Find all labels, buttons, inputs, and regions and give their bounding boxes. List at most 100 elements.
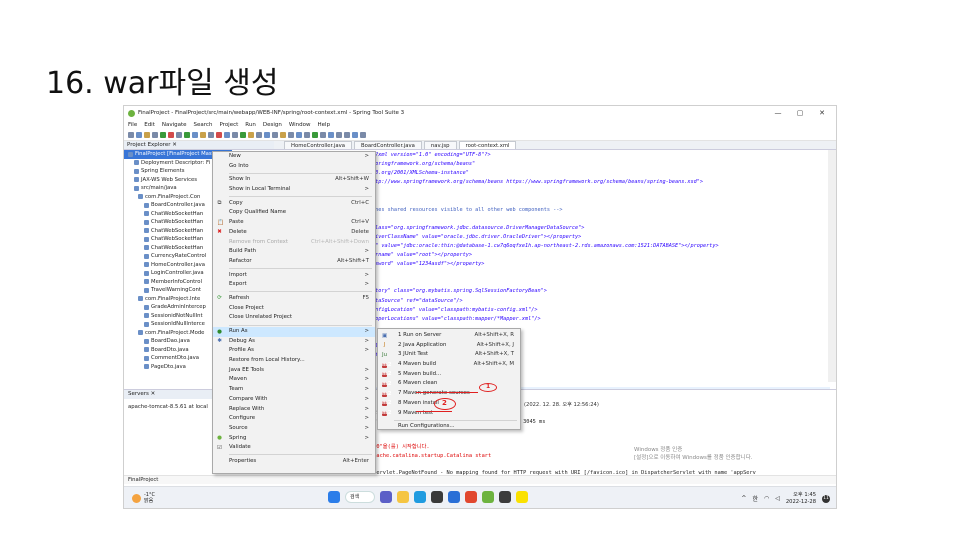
menu-item-maven[interactable]: Maven > <box>213 375 375 385</box>
wifi-icon[interactable]: ◠ <box>764 495 769 502</box>
toolbar-icon[interactable] <box>336 132 342 138</box>
teams-icon[interactable] <box>380 491 392 503</box>
edge-icon[interactable] <box>414 491 426 503</box>
toolbar-icon[interactable] <box>232 132 238 138</box>
toolbar-icon[interactable] <box>192 132 198 138</box>
menu-item-go-into[interactable]: Go Into <box>213 162 375 172</box>
menu-run[interactable]: Run <box>245 122 256 128</box>
toolbar-icon[interactable] <box>304 132 310 138</box>
sts-taskbar-icon[interactable] <box>482 491 494 503</box>
weather-widget[interactable]: -1°C 맑음 <box>132 492 155 504</box>
menu-item-profile-as[interactable]: Profile As > <box>213 346 375 356</box>
menu-item-7-maven-generate-sources[interactable]: m2 7 Maven generate-sources <box>378 389 520 399</box>
mail-icon[interactable] <box>448 491 460 503</box>
taskbar-search[interactable]: 검색 <box>345 491 375 503</box>
chrome-icon[interactable] <box>465 491 477 503</box>
server-row-tomcat[interactable]: apache-tomcat-8.5.61 at local <box>128 404 208 410</box>
menu-search[interactable]: Search <box>194 122 213 128</box>
menu-item-2-java-application[interactable]: J 2 Java Application Alt+Shift+X, J <box>378 341 520 351</box>
toolbar-icon[interactable] <box>200 132 206 138</box>
toolbar-icon[interactable] <box>240 132 246 138</box>
menu-item-4-maven-build[interactable]: m2 4 Maven build Alt+Shift+X, M <box>378 360 520 370</box>
menu-item-3-junit-test[interactable]: Ju 3 JUnit Test Alt+Shift+X, T <box>378 350 520 360</box>
windows-start-icon[interactable] <box>328 491 340 503</box>
menu-item-configure[interactable]: Configure > <box>213 414 375 424</box>
menu-item-copy[interactable]: ⧉ Copy Ctrl+C <box>213 199 375 209</box>
menu-file[interactable]: File <box>128 122 137 128</box>
toolbar-icon[interactable] <box>312 132 318 138</box>
toolbar-icon[interactable] <box>280 132 286 138</box>
menu-item-properties[interactable]: Properties Alt+Enter <box>213 457 375 467</box>
menu-design[interactable]: Design <box>263 122 282 128</box>
menu-item-restore-from-local-history[interactable]: Restore from Local History... <box>213 356 375 366</box>
maximize-button[interactable]: ▢ <box>796 109 804 117</box>
menu-item-9-maven-test[interactable]: m2 9 Maven test <box>378 409 520 419</box>
close-button[interactable]: ✕ <box>818 109 826 117</box>
toolbar-icon[interactable] <box>320 132 326 138</box>
toolbar-icon[interactable] <box>208 132 214 138</box>
toolbar-icon[interactable] <box>152 132 158 138</box>
menu-help[interactable]: Help <box>318 122 331 128</box>
menu-item-import[interactable]: Import > <box>213 271 375 281</box>
tab-root-context[interactable]: root-context.xml <box>458 141 517 149</box>
menu-item-refactor[interactable]: Refactor Alt+Shift+T <box>213 257 375 267</box>
toolbar-icon[interactable] <box>128 132 134 138</box>
menu-item-copy-qualified-name[interactable]: Copy Qualified Name <box>213 208 375 218</box>
toolbar-icon[interactable] <box>296 132 302 138</box>
toolbar-icon[interactable] <box>360 132 366 138</box>
toolbar-icon[interactable] <box>184 132 190 138</box>
tab-board-controller[interactable]: BoardController.java <box>354 141 422 149</box>
menu-item-refresh[interactable]: ⟳ Refresh F5 <box>213 294 375 304</box>
toolbar-icon[interactable] <box>144 132 150 138</box>
tab-home-controller[interactable]: HomeController.java <box>284 141 352 149</box>
toolbar-icon[interactable] <box>176 132 182 138</box>
chevron-up-icon[interactable]: ^ <box>741 495 746 502</box>
menu-item-close-unrelated-project[interactable]: Close Unrelated Project <box>213 313 375 323</box>
toolbar-icon[interactable] <box>328 132 334 138</box>
store-icon[interactable] <box>431 491 443 503</box>
notification-badge[interactable]: 11 <box>822 494 830 503</box>
speaker-icon[interactable]: ◁ <box>775 495 780 502</box>
language-indicator[interactable]: 한 <box>752 494 758 503</box>
menu-item-debug-as[interactable]: ✱ Debug As > <box>213 337 375 347</box>
menu-item-run-as[interactable]: ● Run As > <box>213 327 375 337</box>
menu-item-validate[interactable]: ☑ Validate <box>213 443 375 453</box>
menu-item-java-ee-tools[interactable]: Java EE Tools > <box>213 366 375 376</box>
menu-item-close-project[interactable]: Close Project <box>213 304 375 314</box>
menu-item-new[interactable]: New > <box>213 152 375 162</box>
toolbar-icon[interactable] <box>136 132 142 138</box>
menu-edit[interactable]: Edit <box>144 122 155 128</box>
menu-item-spring[interactable]: ● Spring > <box>213 434 375 444</box>
menu-navigate[interactable]: Navigate <box>162 122 187 128</box>
project-explorer-title[interactable]: Project Explorer ✕ <box>127 142 177 148</box>
menu-item-show-in[interactable]: Show In Alt+Shift+W <box>213 175 375 185</box>
toolbar-icon[interactable] <box>272 132 278 138</box>
toolbar-icon[interactable] <box>160 132 166 138</box>
menu-item-replace-with[interactable]: Replace With > <box>213 405 375 415</box>
toolbar-icon[interactable] <box>216 132 222 138</box>
menu-item-export[interactable]: Export > <box>213 280 375 290</box>
menu-window[interactable]: Window <box>289 122 311 128</box>
menu-item-6-maven-clean[interactable]: m2 6 Maven clean <box>378 379 520 389</box>
toolbar-icon[interactable] <box>344 132 350 138</box>
file-explorer-icon[interactable] <box>397 491 409 503</box>
menu-item-1-run-on-server[interactable]: ▣ 1 Run on Server Alt+Shift+X, R <box>378 331 520 341</box>
menu-item-show-in-local-terminal[interactable]: Show in Local Terminal > <box>213 185 375 195</box>
toolbar-icon[interactable] <box>288 132 294 138</box>
editor-scrollbar[interactable] <box>828 150 836 382</box>
terminal-icon[interactable] <box>499 491 511 503</box>
minimize-button[interactable]: — <box>774 109 782 117</box>
toolbar-icon[interactable] <box>224 132 230 138</box>
menu-item-paste[interactable]: 📋 Paste Ctrl+V <box>213 218 375 228</box>
toolbar-icon[interactable] <box>264 132 270 138</box>
clock[interactable]: 오후 1:45 2022-12-28 <box>786 492 816 505</box>
menu-item-5-maven-build[interactable]: m2 5 Maven build... <box>378 370 520 380</box>
menu-item-build-path[interactable]: Build Path > <box>213 247 375 257</box>
menu-item-source[interactable]: Source > <box>213 424 375 434</box>
menu-item-run-configurations[interactable]: Run Configurations... <box>378 422 520 432</box>
menu-item-delete[interactable]: ✖ Delete Delete <box>213 228 375 238</box>
tab-nav-jsp[interactable]: nav.jsp <box>423 141 457 149</box>
toolbar-icon[interactable] <box>256 132 262 138</box>
toolbar-icon[interactable] <box>352 132 358 138</box>
kakaotalk-icon[interactable] <box>516 491 528 503</box>
